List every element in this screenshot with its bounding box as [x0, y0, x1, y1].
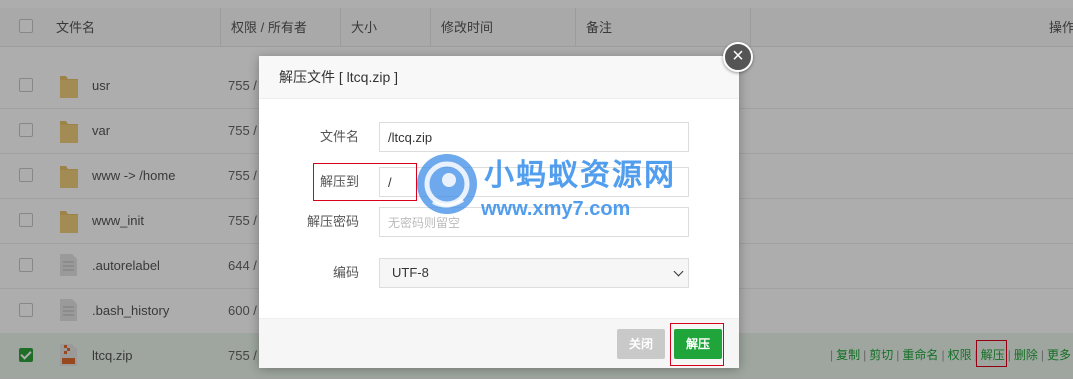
- filename-input[interactable]: [379, 122, 689, 152]
- extract-button-highlight: [670, 323, 724, 366]
- watermark-title: 小蚂蚁资源网: [484, 159, 676, 192]
- close-icon[interactable]: ×: [723, 42, 753, 72]
- extract-to-highlight: [313, 163, 417, 201]
- watermark-ant-icon: [417, 154, 477, 214]
- encoding-label: 编码: [332, 265, 359, 280]
- filename-label: 文件名: [319, 129, 359, 144]
- encoding-select[interactable]: UTF-8: [379, 258, 689, 288]
- dialog-footer: 关闭 解压: [259, 318, 739, 368]
- encoding-value: UTF-8: [392, 265, 429, 280]
- close-button[interactable]: 关闭: [617, 329, 665, 359]
- watermark-url: www.xmy7.com: [481, 198, 631, 220]
- dialog-title: 解压文件 [ ltcq.zip ]: [279, 69, 399, 85]
- password-label: 解压密码: [306, 214, 359, 229]
- chevron-down-icon: [673, 266, 684, 277]
- dialog-title-bar: 解压文件 [ ltcq.zip ]: [259, 56, 739, 99]
